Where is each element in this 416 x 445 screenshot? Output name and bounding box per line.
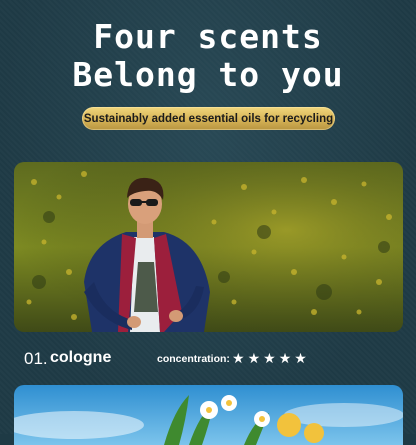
headline-line-2: Belong to you xyxy=(72,55,344,94)
star-icon: ★ xyxy=(232,351,245,367)
second-photo-image xyxy=(14,385,403,445)
second-product-photo xyxy=(14,385,403,445)
concentration-label: concentration: xyxy=(157,353,230,365)
concentration-rating: ★ ★ ★ ★ ★ xyxy=(232,352,307,366)
cologne-photo-image xyxy=(14,162,403,332)
star-icon: ★ xyxy=(294,351,307,367)
cologne-product-photo xyxy=(14,162,403,332)
essential-oils-badge-text: Sustainably added essential oils for rec… xyxy=(83,112,334,125)
star-icon: ★ xyxy=(278,351,292,367)
essential-oils-badge: Sustainably added essential oils for rec… xyxy=(82,107,335,130)
product-number: 01. xyxy=(24,349,48,368)
product-name: cologne xyxy=(50,349,112,366)
star-icon: ★ xyxy=(263,351,276,367)
headline-line-1: Four scents xyxy=(93,17,323,56)
star-icon: ★ xyxy=(247,351,261,367)
